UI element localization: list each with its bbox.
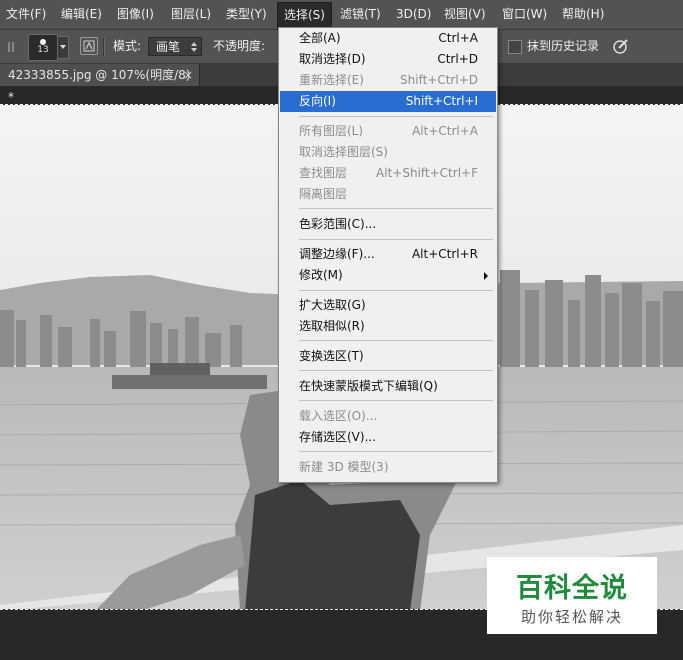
menu-file[interactable]: 文件(F)	[6, 0, 46, 29]
erase-history-checkbox[interactable]	[508, 40, 522, 54]
menu-separator	[299, 340, 493, 341]
divider	[103, 38, 105, 56]
menu-item-isolate-layers: 隔离图层	[299, 187, 348, 201]
close-tab-icon[interactable]: ×	[183, 64, 193, 86]
menu-item-color-range[interactable]: 色彩范围(C)...	[280, 214, 496, 235]
menu-separator	[299, 208, 493, 209]
brush-size: 13	[37, 45, 49, 55]
menu-separator	[299, 400, 493, 401]
menu-item-select-all[interactable]: 全部(A) Ctrl+A	[280, 28, 496, 49]
menu-item-refine-edge[interactable]: 调整边缘(F)... Alt+Ctrl+R	[280, 244, 496, 265]
menu-item-all-layers: 所有图层(L) Alt+Ctrl+A	[299, 124, 478, 138]
menu-image[interactable]: 图像(I)	[117, 0, 154, 29]
menu-separator	[299, 116, 493, 117]
brush-panel-icon	[83, 40, 95, 52]
mode-value: 画笔	[156, 40, 181, 54]
pressure-brush-icon[interactable]	[612, 37, 630, 55]
menu-window[interactable]: 窗口(W)	[502, 0, 547, 29]
watermark-title: 百科全说	[516, 573, 628, 604]
brush-dropdown-button[interactable]	[57, 36, 69, 59]
menu-filter[interactable]: 滤镜(T)	[340, 0, 381, 29]
erase-history-label: 抹到历史记录	[527, 39, 600, 53]
menu-item-grow[interactable]: 扩大选取(G)	[280, 295, 496, 316]
submenu-arrow-icon	[484, 272, 488, 280]
menu-item-save-selection[interactable]: 存储选区(V)...	[280, 427, 496, 448]
brush-preset-picker[interactable]: 13	[28, 34, 58, 61]
menu-3d[interactable]: 3D(D)	[396, 0, 431, 29]
document-title: 42333855.jpg @ 107%(明度/8) *	[8, 68, 191, 104]
menu-edit[interactable]: 编辑(E)	[61, 0, 102, 29]
mode-select[interactable]: 画笔	[148, 37, 202, 56]
watermark-subtitle: 助你轻松解决	[520, 608, 623, 626]
menu-separator	[299, 451, 493, 452]
tool-grip-icon	[8, 42, 14, 52]
menu-bar: 文件(F) 编辑(E) 图像(I) 图层(L) 类型(Y) 选择(S) 滤镜(T…	[0, 0, 683, 30]
document-tab[interactable]: 42333855.jpg @ 107%(明度/8) * ×	[0, 64, 200, 104]
menu-item-modify[interactable]: 修改(M)	[280, 265, 496, 286]
menu-separator	[299, 370, 493, 371]
menu-select[interactable]: 选择(S)	[277, 2, 332, 30]
watermark-logo: 百科全说 助你轻松解决	[487, 557, 657, 634]
opacity-label: 不透明度:	[213, 39, 266, 53]
menu-item-deselect-layers: 取消选择图层(S)	[299, 145, 388, 159]
updown-arrows-icon	[191, 42, 197, 52]
menu-item-inverse[interactable]: 反向(I) Shift+Ctrl+I	[280, 91, 496, 112]
menu-item-reselect: 重新选择(E) Shift+Ctrl+D	[299, 73, 478, 87]
menu-item-similar[interactable]: 选取相似(R)	[280, 316, 496, 337]
menu-type[interactable]: 类型(Y)	[226, 0, 267, 29]
menu-separator	[299, 290, 493, 291]
menu-item-transform-selection[interactable]: 变换选区(T)	[280, 346, 496, 367]
select-menu-dropdown: 全部(A) Ctrl+A 取消选择(D) Ctrl+D 重新选择(E) Shift+C…	[278, 27, 498, 483]
menu-item-find-layers: 查找图层 Alt+Shift+Ctrl+F	[299, 166, 478, 180]
brush-panel-toggle[interactable]	[80, 37, 98, 55]
menu-separator	[299, 239, 493, 240]
menu-item-deselect[interactable]: 取消选择(D) Ctrl+D	[280, 49, 496, 70]
menu-item-load-selection: 载入选区(O)...	[299, 409, 378, 423]
mode-label: 模式:	[113, 39, 142, 53]
chevron-down-icon	[60, 45, 66, 49]
menu-item-quick-mask[interactable]: 在快速蒙版模式下编辑(Q)	[280, 376, 496, 397]
menu-view[interactable]: 视图(V)	[444, 0, 486, 29]
menu-item-new-3d-model: 新建 3D 模型(3)	[299, 460, 389, 474]
menu-help[interactable]: 帮助(H)	[562, 0, 604, 29]
menu-layer[interactable]: 图层(L)	[171, 0, 211, 29]
